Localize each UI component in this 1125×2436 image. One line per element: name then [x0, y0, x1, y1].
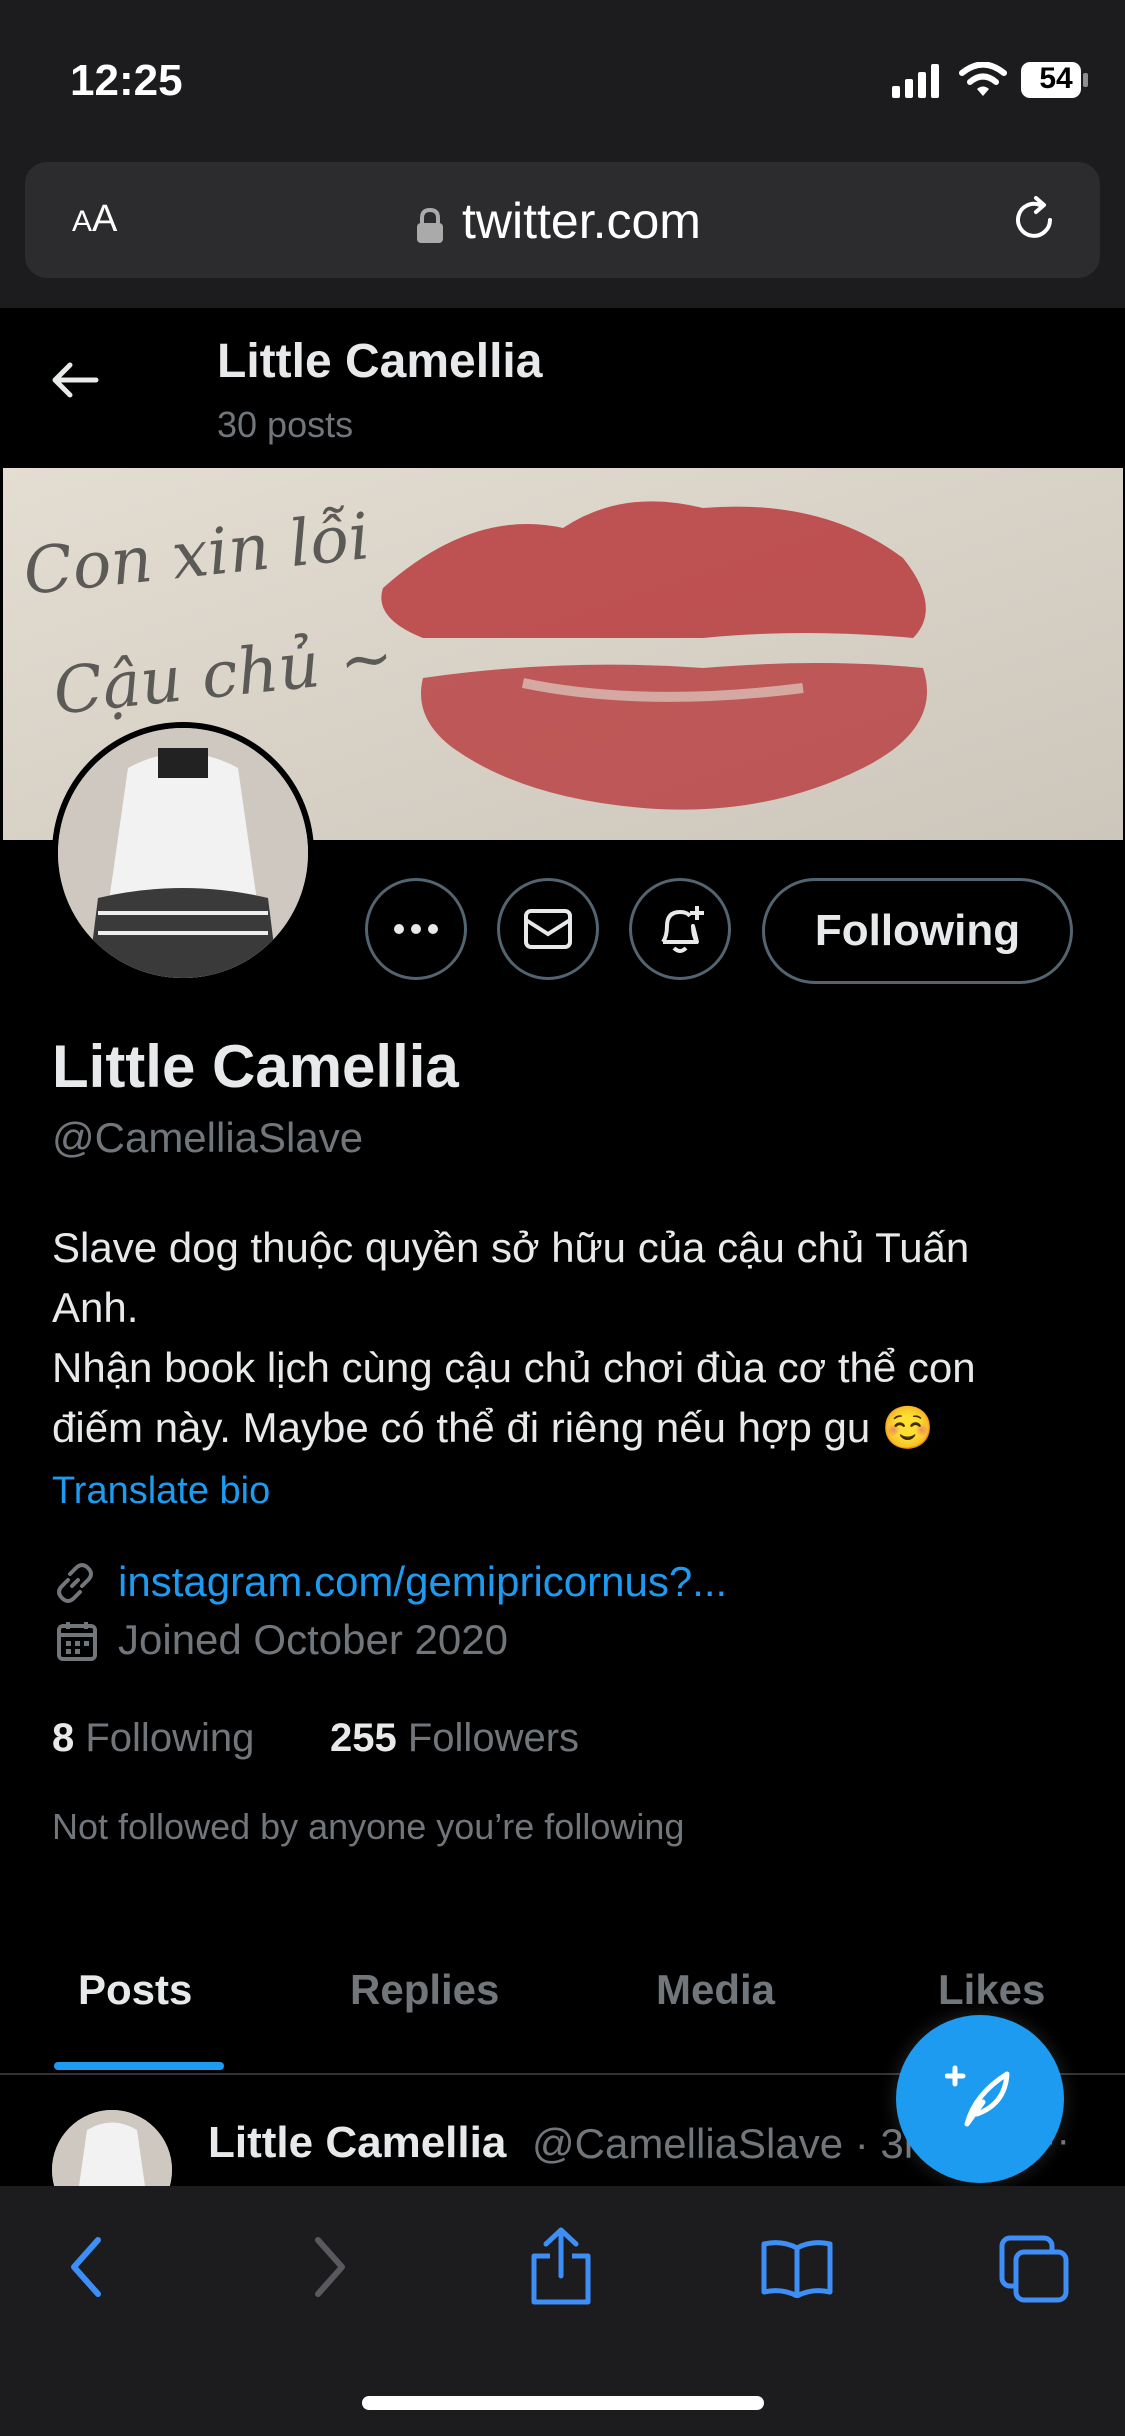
active-tab-indicator: [54, 2062, 224, 2070]
tab-posts[interactable]: Posts: [78, 1966, 192, 2014]
url-text[interactable]: twitter.com: [462, 192, 701, 250]
reader-settings-button[interactable]: AA: [72, 198, 117, 241]
avatar-image: [58, 728, 308, 978]
battery-level: 54: [1039, 62, 1073, 95]
header-name: Little Camellia: [217, 335, 543, 388]
profile-handle: @CamelliaSlave: [52, 1114, 364, 1161]
feather-plus-icon: [945, 2065, 1010, 2127]
back-arrow-icon[interactable]: [50, 360, 100, 405]
wifi-icon: [958, 61, 1008, 103]
translate-bio-link[interactable]: Translate bio: [52, 1470, 270, 1513]
tab-replies[interactable]: Replies: [350, 1966, 499, 2014]
calendar-icon: [56, 1620, 98, 1667]
browser-forward-icon[interactable]: [308, 2232, 352, 2307]
tabs-icon[interactable]: [998, 2234, 1070, 2309]
message-button[interactable]: [497, 878, 599, 980]
tab-likes[interactable]: Likes: [938, 1966, 1045, 2014]
home-indicator: [362, 2396, 764, 2410]
notifications-button[interactable]: [629, 878, 731, 980]
browser-back-icon[interactable]: [64, 2232, 108, 2307]
profile-bio: Slave dog thuộc quyền sở hữu của cậu chủ…: [52, 1218, 1062, 1458]
lock-icon: [415, 207, 445, 249]
bookmarks-icon[interactable]: [760, 2238, 834, 2303]
bio-line: Anh.: [52, 1284, 139, 1331]
more-options-button[interactable]: [365, 878, 467, 980]
profile-website-link[interactable]: instagram.com/gemipricornus?...: [118, 1558, 727, 1606]
link-icon: [52, 1560, 98, 1611]
bell-plus-icon: [661, 906, 704, 953]
bio-line: điếm này. Maybe có thể đi riêng nếu hợp …: [52, 1404, 935, 1451]
joined-date: Joined October 2020: [118, 1616, 508, 1663]
following-button[interactable]: Following: [762, 878, 1073, 984]
status-time: 12:25: [70, 56, 183, 105]
bio-line: Nhận book lịch cùng cậu chủ chơi đùa cơ …: [52, 1344, 976, 1391]
following-stat[interactable]: 8 Following: [52, 1716, 254, 1761]
more-dots-icon: [394, 924, 438, 934]
followers-stat[interactable]: 255 Followers: [330, 1716, 579, 1761]
mutual-followers-note: Not followed by anyone you’re following: [52, 1806, 685, 1847]
signal-icon: [892, 64, 942, 103]
bio-line: Slave dog thuộc quyền sở hữu của cậu chủ…: [52, 1224, 970, 1271]
header-post-count: 30 posts: [217, 404, 354, 445]
profile-avatar[interactable]: [52, 722, 314, 984]
reload-icon[interactable]: [1006, 192, 1062, 253]
compose-tweet-button[interactable]: [896, 2015, 1064, 2183]
display-name: Little Camellia: [52, 1033, 459, 1100]
share-icon[interactable]: [528, 2226, 594, 2311]
tab-media[interactable]: Media: [656, 1966, 775, 2014]
tweet-author-handle: @CamelliaSlave · 3h: [532, 2120, 928, 2167]
profile-header-bar: [0, 308, 1125, 468]
envelope-icon: [524, 909, 572, 949]
tweet-author-name[interactable]: Little Camellia: [208, 2118, 506, 2168]
